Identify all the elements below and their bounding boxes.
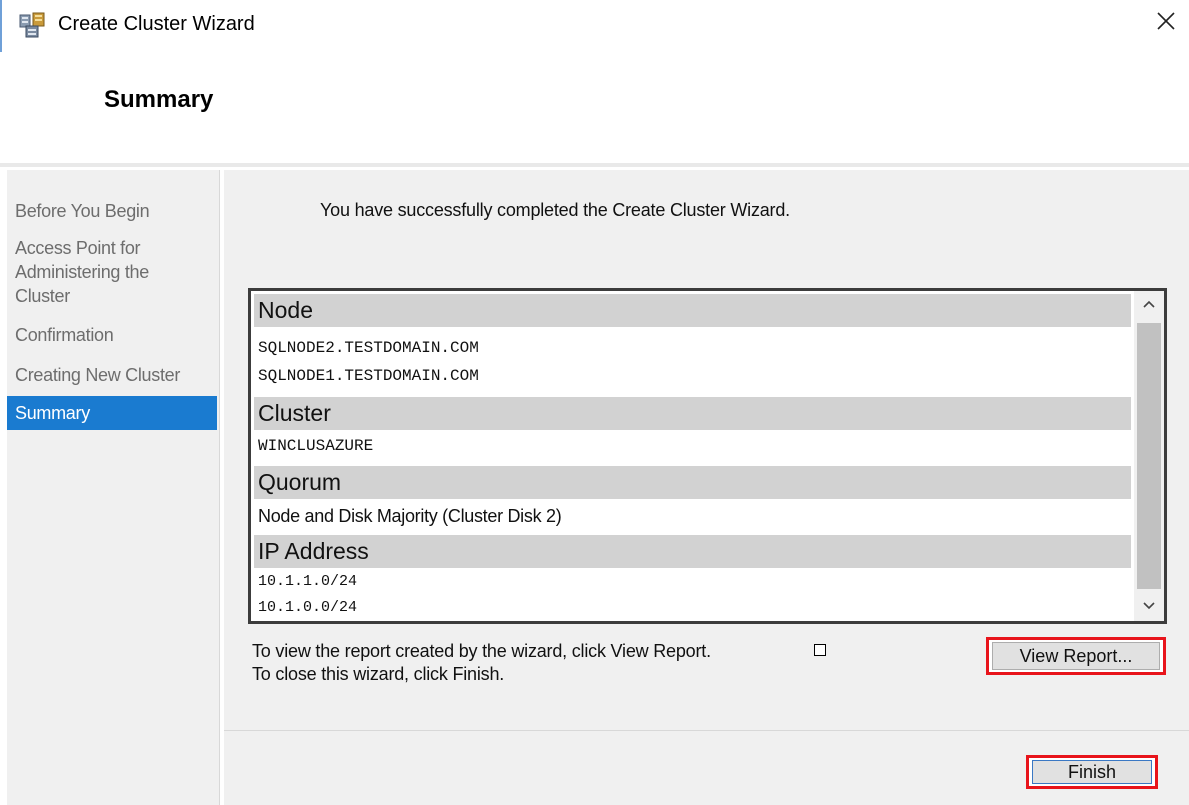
- finish-button[interactable]: Finish: [1032, 760, 1152, 784]
- close-button[interactable]: [1149, 6, 1183, 40]
- header-separator: [0, 163, 1189, 167]
- sidebar-item-creating-new-cluster[interactable]: Creating New Cluster: [7, 363, 217, 387]
- list-item-node: SQLNODE1.TESTDOMAIN.COM: [258, 367, 479, 385]
- close-icon: [1156, 11, 1176, 36]
- section-header-node: Node: [254, 294, 1131, 327]
- page-title: Summary: [104, 86, 214, 113]
- section-header-cluster: Cluster: [254, 397, 1131, 430]
- wizard-header: Summary: [0, 52, 1189, 164]
- list-item-ip-address: 10.1.1.0/24: [258, 573, 358, 590]
- instructions-finish: To close this wizard, click Finish.: [252, 664, 505, 684]
- view-report-button[interactable]: View Report...: [992, 642, 1160, 670]
- cluster-name-value: WINCLUSAZURE: [258, 437, 374, 455]
- sidebar-item-summary[interactable]: Summary: [7, 396, 217, 430]
- chevron-up-icon: [1142, 296, 1156, 314]
- window-title: Create Cluster Wizard: [58, 13, 255, 35]
- scroll-down-button[interactable]: [1134, 593, 1164, 621]
- list-item-ip-address: 10.1.0.0/24: [258, 599, 358, 616]
- list-item-node: SQLNODE2.TESTDOMAIN.COM: [258, 339, 479, 357]
- success-message: You have successfully completed the Crea…: [320, 200, 790, 220]
- vertical-scrollbar[interactable]: [1134, 291, 1164, 621]
- scroll-up-button[interactable]: [1134, 291, 1164, 319]
- section-header-quorum: Quorum: [254, 466, 1131, 499]
- main-content: You have successfully completed the Crea…: [224, 170, 1189, 730]
- small-square-marker: [814, 644, 826, 656]
- view-report-highlight: View Report...: [986, 637, 1166, 675]
- sidebar-item-access-point[interactable]: Access Point for Administering the Clust…: [7, 236, 177, 308]
- instructions-text: To view the report created by the wizard…: [252, 640, 711, 686]
- quorum-value: Node and Disk Majority (Cluster Disk 2): [258, 506, 562, 526]
- finish-highlight: Finish: [1026, 755, 1158, 789]
- instructions-view-report: To view the report created by the wizard…: [252, 641, 711, 661]
- sidebar-item-confirmation[interactable]: Confirmation: [7, 323, 217, 347]
- cluster-wizard-icon: [18, 11, 48, 39]
- sidebar-item-before-you-begin[interactable]: Before You Begin: [7, 199, 217, 223]
- scrollbar-thumb[interactable]: [1137, 323, 1161, 589]
- summary-report[interactable]: Node SQLNODE2.TESTDOMAIN.COM SQLNODE1.TE…: [248, 288, 1167, 624]
- title-bar: Create Cluster Wizard: [0, 0, 1189, 160]
- wizard-footer: Finish: [224, 730, 1189, 805]
- section-header-ip-address: IP Address: [254, 535, 1131, 568]
- wizard-steps-sidebar: Before You Begin Access Point for Admini…: [7, 170, 220, 805]
- chevron-down-icon: [1142, 598, 1156, 616]
